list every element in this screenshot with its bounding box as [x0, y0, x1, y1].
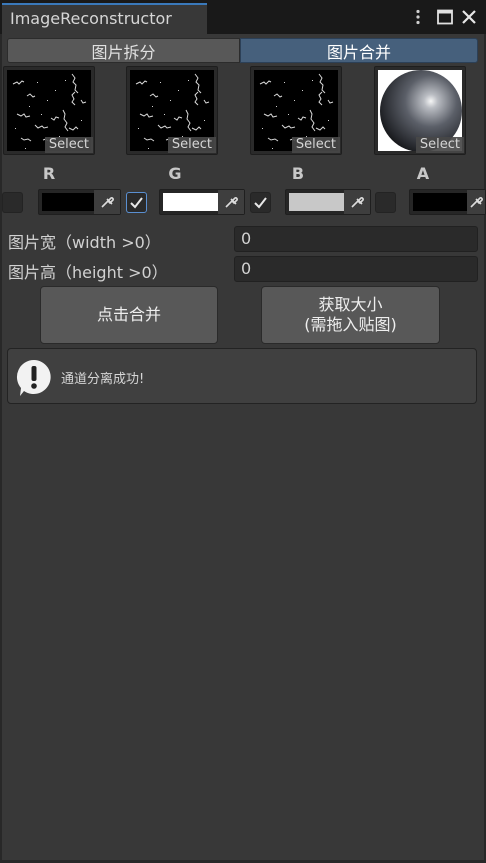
color-swatch — [289, 193, 344, 211]
info-exclamation-icon — [14, 358, 54, 402]
tab-image-split[interactable]: 图片拆分 — [7, 38, 240, 63]
editor-window-body — [2, 34, 484, 860]
help-box: 通道分离成功! — [7, 348, 477, 404]
eyedropper-icon[interactable] — [94, 190, 120, 214]
channel-a-checkbox[interactable] — [375, 192, 396, 213]
merge-button-label: 点击合并 — [96, 305, 161, 324]
color-swatch — [413, 193, 467, 211]
texture-slot-g[interactable]: Select — [126, 66, 218, 155]
select-button-r[interactable]: Select — [44, 137, 93, 153]
channel-label-r: R — [42, 164, 56, 183]
help-message: 通道分离成功! — [61, 372, 145, 387]
texture-slot-a[interactable]: Select — [374, 66, 466, 155]
select-button-a[interactable]: Select — [415, 137, 464, 153]
height-input[interactable]: 0 — [234, 256, 478, 282]
get-size-button[interactable]: 获取大小 (需拖入贴图) — [261, 286, 440, 344]
color-swatch — [163, 193, 218, 211]
get-size-button-label: 获取大小 — [318, 295, 383, 314]
channel-b-checkbox[interactable] — [250, 192, 271, 213]
color-swatch — [42, 193, 94, 211]
height-label: 图片高（height >0） — [8, 263, 168, 282]
channel-r-color-field[interactable] — [38, 189, 121, 215]
channel-a-color-field[interactable] — [409, 189, 486, 215]
texture-slot-b[interactable]: Select — [250, 66, 342, 155]
close-icon[interactable] — [460, 8, 478, 26]
maximize-icon[interactable] — [436, 8, 454, 26]
channel-b-color-field[interactable] — [285, 189, 371, 215]
width-label: 图片宽（width >0） — [8, 233, 161, 252]
eyedropper-icon[interactable] — [344, 190, 370, 214]
tab-image-merge[interactable]: 图片合并 — [240, 38, 478, 63]
eyedropper-icon[interactable] — [218, 190, 244, 214]
channel-label-g: G — [168, 164, 182, 183]
merge-button[interactable]: 点击合并 — [40, 286, 218, 344]
kebab-menu-icon[interactable] — [409, 8, 427, 26]
channel-label-a: A — [416, 164, 430, 183]
window-title: ImageReconstructor — [10, 9, 172, 28]
eyedropper-icon[interactable] — [467, 190, 485, 214]
select-button-b[interactable]: Select — [291, 137, 340, 153]
channel-r-checkbox[interactable] — [2, 192, 23, 213]
channel-g-color-field[interactable] — [159, 189, 245, 215]
channel-g-checkbox[interactable] — [126, 192, 147, 213]
select-button-g[interactable]: Select — [167, 137, 216, 153]
get-size-button-sublabel: (需拖入贴图) — [304, 315, 397, 334]
channel-label-b: B — [291, 164, 305, 183]
width-input[interactable]: 0 — [234, 226, 478, 252]
texture-slot-r[interactable]: Select — [3, 66, 95, 155]
